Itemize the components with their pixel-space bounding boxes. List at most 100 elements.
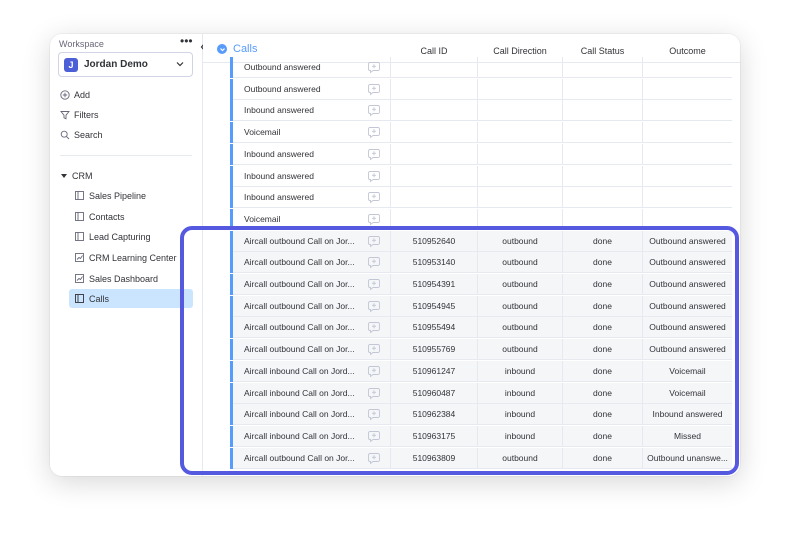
- cell-call-status[interactable]: done: [563, 322, 642, 332]
- sidebar-item-calls[interactable]: Calls: [69, 289, 193, 308]
- cell-call-id[interactable]: 510954391: [391, 279, 477, 289]
- table-row[interactable]: Aircall inbound Call on Jord... 510962384…: [230, 404, 732, 426]
- group-title[interactable]: Calls: [233, 43, 257, 55]
- cell-call-id[interactable]: 510961247: [391, 366, 477, 376]
- filters-button[interactable]: Filters: [60, 107, 99, 123]
- table-row[interactable]: Aircall outbound Call on Jor... 510955494…: [230, 317, 732, 339]
- cell-call-status[interactable]: done: [563, 388, 642, 398]
- cell-outcome[interactable]: Inbound answered: [643, 409, 732, 419]
- cell-outcome[interactable]: Outbound answered: [643, 322, 732, 332]
- cell-outcome[interactable]: Voicemail: [643, 388, 732, 398]
- add-update-icon[interactable]: [367, 407, 381, 421]
- item-name[interactable]: Aircall outbound Call on Jor...: [244, 453, 362, 463]
- add-update-icon[interactable]: [367, 429, 381, 443]
- cell-call-status[interactable]: done: [563, 236, 642, 246]
- add-update-icon[interactable]: [367, 234, 381, 248]
- column-header-call-id[interactable]: Call ID: [391, 46, 477, 56]
- item-name[interactable]: Voicemail: [244, 127, 362, 137]
- cell-call-id[interactable]: 510960487: [391, 388, 477, 398]
- item-name[interactable]: Aircall outbound Call on Jor...: [244, 301, 362, 311]
- sidebar-item-sales-pipeline[interactable]: Sales Pipeline: [69, 186, 193, 205]
- search-button[interactable]: Search: [60, 127, 103, 143]
- cell-call-direction[interactable]: inbound: [478, 431, 562, 441]
- cell-call-id[interactable]: 510963809: [391, 453, 477, 463]
- item-name[interactable]: Inbound answered: [244, 105, 362, 115]
- table-row[interactable]: Voicemail: [230, 122, 732, 144]
- cell-outcome[interactable]: Outbound answered: [643, 344, 732, 354]
- table-row[interactable]: Aircall inbound Call on Jord... 510960487…: [230, 382, 732, 404]
- add-update-icon[interactable]: [367, 364, 381, 378]
- table-row[interactable]: Aircall outbound Call on Jor... 510953140…: [230, 252, 732, 274]
- workspace-selector[interactable]: J Jordan Demo: [58, 52, 193, 77]
- add-update-icon[interactable]: [367, 212, 381, 226]
- item-name[interactable]: Aircall inbound Call on Jord...: [244, 431, 362, 441]
- cell-call-id[interactable]: 510955769: [391, 344, 477, 354]
- table-row[interactable]: Aircall outbound Call on Jor... 510963809…: [230, 447, 732, 469]
- item-name[interactable]: Aircall outbound Call on Jor...: [244, 344, 362, 354]
- cell-call-id[interactable]: 510954945: [391, 301, 477, 311]
- item-name[interactable]: Outbound answered: [244, 84, 362, 94]
- add-update-icon[interactable]: [367, 255, 381, 269]
- cell-call-id[interactable]: 510953140: [391, 257, 477, 267]
- add-update-icon[interactable]: [367, 103, 381, 117]
- cell-outcome[interactable]: Outbound answered: [643, 301, 732, 311]
- sidebar-item-contacts[interactable]: Contacts: [69, 207, 193, 226]
- cell-call-status[interactable]: done: [563, 453, 642, 463]
- sidebar-item-sales-dashboard[interactable]: Sales Dashboard: [69, 269, 193, 288]
- item-name[interactable]: Aircall outbound Call on Jor...: [244, 257, 362, 267]
- add-update-icon[interactable]: [367, 386, 381, 400]
- add-update-icon[interactable]: [367, 125, 381, 139]
- add-update-icon[interactable]: [367, 169, 381, 183]
- more-dots-icon[interactable]: •••: [180, 34, 193, 48]
- column-header-call-status[interactable]: Call Status: [563, 46, 642, 56]
- cell-call-id[interactable]: 510963175: [391, 431, 477, 441]
- cell-call-direction[interactable]: outbound: [478, 344, 562, 354]
- cell-call-status[interactable]: done: [563, 431, 642, 441]
- cell-call-direction[interactable]: outbound: [478, 301, 562, 311]
- cell-call-status[interactable]: done: [563, 257, 642, 267]
- table-row[interactable]: Aircall outbound Call on Jor... 510954391…: [230, 274, 732, 295]
- cell-call-direction[interactable]: outbound: [478, 257, 562, 267]
- cell-call-direction[interactable]: inbound: [478, 366, 562, 376]
- table-row[interactable]: Inbound answered: [230, 100, 732, 122]
- item-name[interactable]: Inbound answered: [244, 171, 362, 181]
- sidebar-item-lead-capturing[interactable]: Lead Capturing: [69, 227, 193, 246]
- item-name[interactable]: Aircall inbound Call on Jord...: [244, 366, 362, 376]
- cell-outcome[interactable]: Outbound answered: [643, 279, 732, 289]
- cell-call-direction[interactable]: outbound: [478, 322, 562, 332]
- table-row[interactable]: Aircall outbound Call on Jor... 510955769…: [230, 339, 732, 361]
- folder-crm[interactable]: CRM: [61, 171, 93, 181]
- table-row[interactable]: Outbound answered: [230, 78, 732, 100]
- column-header-outcome[interactable]: Outcome: [643, 46, 732, 56]
- table-row[interactable]: Inbound answered: [230, 165, 732, 187]
- cell-outcome[interactable]: Missed: [643, 431, 732, 441]
- cell-outcome[interactable]: Outbound answered: [643, 236, 732, 246]
- add-update-icon[interactable]: [367, 277, 381, 291]
- sidebar-item-crm-learning-center[interactable]: CRM Learning Center: [69, 248, 193, 267]
- table-row[interactable]: Voicemail: [230, 208, 732, 230]
- item-name[interactable]: Outbound answered: [244, 62, 362, 72]
- table-row[interactable]: Outbound answered: [230, 57, 732, 78]
- cell-call-direction[interactable]: outbound: [478, 279, 562, 289]
- item-name[interactable]: Aircall inbound Call on Jord...: [244, 388, 362, 398]
- group-header[interactable]: Calls: [217, 43, 257, 55]
- table-row[interactable]: Aircall inbound Call on Jord... 510961247…: [230, 360, 732, 382]
- cell-call-status[interactable]: done: [563, 279, 642, 289]
- item-name[interactable]: Voicemail: [244, 214, 362, 224]
- cell-call-id[interactable]: 510962384: [391, 409, 477, 419]
- table-row[interactable]: Aircall outbound Call on Jor... 510954945…: [230, 295, 732, 317]
- cell-call-direction[interactable]: inbound: [478, 409, 562, 419]
- item-name[interactable]: Aircall inbound Call on Jord...: [244, 409, 362, 419]
- add-button[interactable]: Add: [60, 87, 90, 103]
- table-row[interactable]: Inbound answered: [230, 187, 732, 209]
- add-update-icon[interactable]: [367, 190, 381, 204]
- add-update-icon[interactable]: [367, 147, 381, 161]
- cell-call-status[interactable]: done: [563, 366, 642, 376]
- add-update-icon[interactable]: [367, 299, 381, 313]
- table-row[interactable]: Inbound answered: [230, 143, 732, 165]
- add-update-icon[interactable]: [367, 82, 381, 96]
- cell-outcome[interactable]: Outbound answered: [643, 257, 732, 267]
- cell-outcome[interactable]: Voicemail: [643, 366, 732, 376]
- item-name[interactable]: Aircall outbound Call on Jor...: [244, 279, 362, 289]
- add-update-icon[interactable]: [367, 60, 381, 74]
